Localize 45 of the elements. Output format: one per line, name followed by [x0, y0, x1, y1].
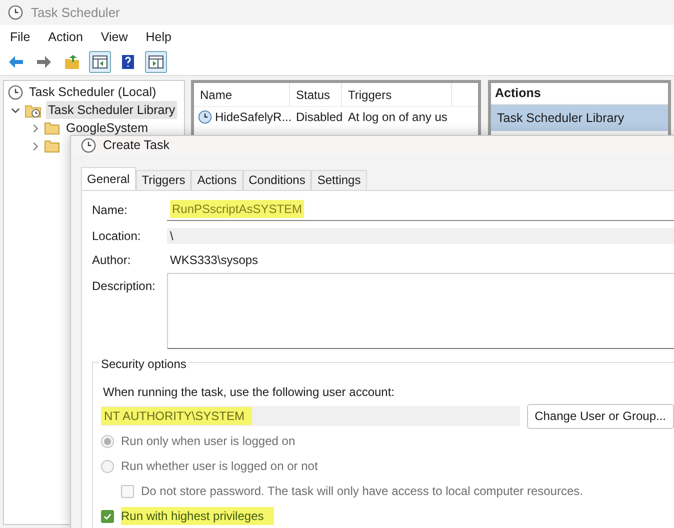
menu-item[interactable]: Help	[146, 28, 172, 46]
table-cell-text: HideSafelyR...	[215, 109, 292, 126]
folder-clock-icon	[24, 102, 42, 118]
show-action-pane-icon[interactable]	[145, 51, 167, 73]
tree-item[interactable]: GoogleSystem	[64, 118, 150, 138]
change-user-button[interactable]: Change User or Group...	[526, 404, 674, 429]
account-prompt: When running the task, use the following user account:	[102, 384, 396, 401]
actions-pane-item[interactable]: Task Scheduler Library	[491, 105, 668, 131]
tab[interactable]: Triggers	[136, 170, 192, 191]
show-pane-icon[interactable]	[89, 51, 111, 73]
field-label: Name:	[92, 202, 128, 219]
column-header[interactable]: Name	[194, 83, 290, 106]
menu-item[interactable]: File	[10, 28, 30, 46]
menu-item[interactable]: Action	[48, 28, 83, 46]
checkbox[interactable]	[101, 510, 114, 523]
option-label: Run with highest privileges	[121, 507, 274, 526]
tree-item[interactable]: Task Scheduler (Local)	[27, 82, 158, 102]
option-label: Do not store password. The task will only have access to local computer resources.	[141, 483, 583, 500]
column-header[interactable]: Triggers	[342, 83, 452, 106]
field-label: Description:	[92, 278, 156, 295]
table-cell-text: Disabled	[296, 109, 342, 126]
tab[interactable]: Actions	[191, 170, 243, 191]
field-value: NT AUTHORITY\SYSTEM	[101, 407, 252, 426]
option-label: Run only when user is logged on	[121, 433, 296, 450]
field-value: WKS333\sysops	[169, 252, 258, 269]
tab[interactable]: Settings	[311, 170, 367, 191]
tab[interactable]: General	[81, 166, 136, 191]
tree-item[interactable]: Task Scheduler Library	[46, 100, 178, 120]
folder-icon	[44, 139, 60, 153]
clock-icon	[8, 84, 23, 100]
clock-icon	[198, 110, 212, 124]
input-field: \	[167, 228, 674, 244]
menu-item[interactable]: View	[100, 28, 128, 46]
field-label: Location:	[92, 228, 142, 245]
table-cell-text: At log on of any us	[348, 109, 448, 126]
field-label: Author:	[92, 252, 132, 269]
field-value: RunPSscriptAsSYSTEM	[170, 200, 304, 218]
column-header[interactable]: Status	[290, 83, 342, 106]
clock-icon	[8, 5, 23, 20]
dialog-title: Create Task	[103, 137, 170, 154]
window-title: Task Scheduler	[31, 4, 120, 22]
description-field[interactable]	[167, 272, 674, 349]
input-field[interactable]: RunPSscriptAsSYSTEM	[167, 198, 674, 221]
tab[interactable]: Conditions	[242, 170, 312, 191]
option-label: Run whether user is logged on or not	[121, 458, 318, 476]
